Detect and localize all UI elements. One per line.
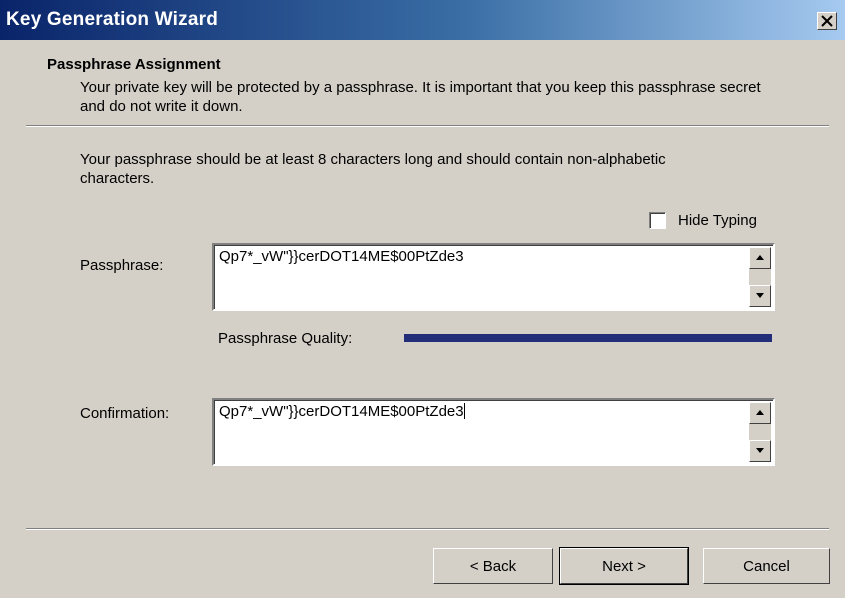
- wizard-header: Passphrase Assignment Your private key w…: [0, 40, 845, 125]
- instructions-text: Your passphrase should be at least 8 cha…: [80, 151, 666, 187]
- window-title: Key Generation Wizard: [6, 9, 219, 30]
- key-generation-wizard-window: Key Generation Wizard Passphrase Assignm…: [0, 0, 845, 598]
- confirmation-value: Qp7*_vW"}}cerDOT14ME$00PtZde3: [219, 403, 465, 420]
- hide-typing-option[interactable]: Hide Typing: [649, 212, 757, 229]
- cancel-button[interactable]: Cancel: [703, 548, 830, 584]
- scroll-up-button[interactable]: [749, 402, 771, 424]
- passphrase-quality-bar: [404, 334, 772, 342]
- confirmation-scrollbar[interactable]: [749, 402, 771, 462]
- page-title: Passphrase Assignment: [47, 56, 221, 73]
- passphrase-scrollbar[interactable]: [749, 247, 771, 307]
- scroll-down-button[interactable]: [749, 440, 771, 462]
- title-bar: Key Generation Wizard: [0, 0, 845, 40]
- text-caret: [463, 403, 465, 419]
- page-description: Your private key will be protected by a …: [80, 79, 761, 115]
- hide-typing-label: Hide Typing: [678, 212, 757, 229]
- arrow-down-icon: [756, 448, 764, 453]
- passphrase-quality-fill: [404, 334, 772, 342]
- arrow-up-icon: [756, 255, 764, 260]
- close-button[interactable]: [817, 12, 837, 30]
- arrow-up-icon: [756, 410, 764, 415]
- confirmation-field[interactable]: Qp7*_vW"}}cerDOT14ME$00PtZde3: [212, 398, 775, 466]
- header-divider: [26, 125, 829, 127]
- hide-typing-checkbox[interactable]: [649, 212, 666, 229]
- next-button[interactable]: Next >: [559, 547, 689, 585]
- confirmation-label: Confirmation:: [80, 405, 170, 422]
- scroll-down-button[interactable]: [749, 285, 771, 307]
- passphrase-quality-label: Passphrase Quality:: [218, 330, 353, 347]
- close-icon: [821, 15, 833, 27]
- passphrase-label: Passphrase:: [80, 257, 164, 274]
- scroll-up-button[interactable]: [749, 247, 771, 269]
- passphrase-field[interactable]: Qp7*_vW"}}cerDOT14ME$00PtZde3: [212, 243, 775, 311]
- footer-divider: [26, 528, 829, 530]
- back-button[interactable]: < Back: [433, 548, 553, 584]
- passphrase-value: Qp7*_vW"}}cerDOT14ME$00PtZde3: [219, 248, 464, 265]
- confirmation-value-text: Qp7*_vW"}}cerDOT14ME$00PtZde3: [219, 403, 464, 420]
- arrow-down-icon: [756, 293, 764, 298]
